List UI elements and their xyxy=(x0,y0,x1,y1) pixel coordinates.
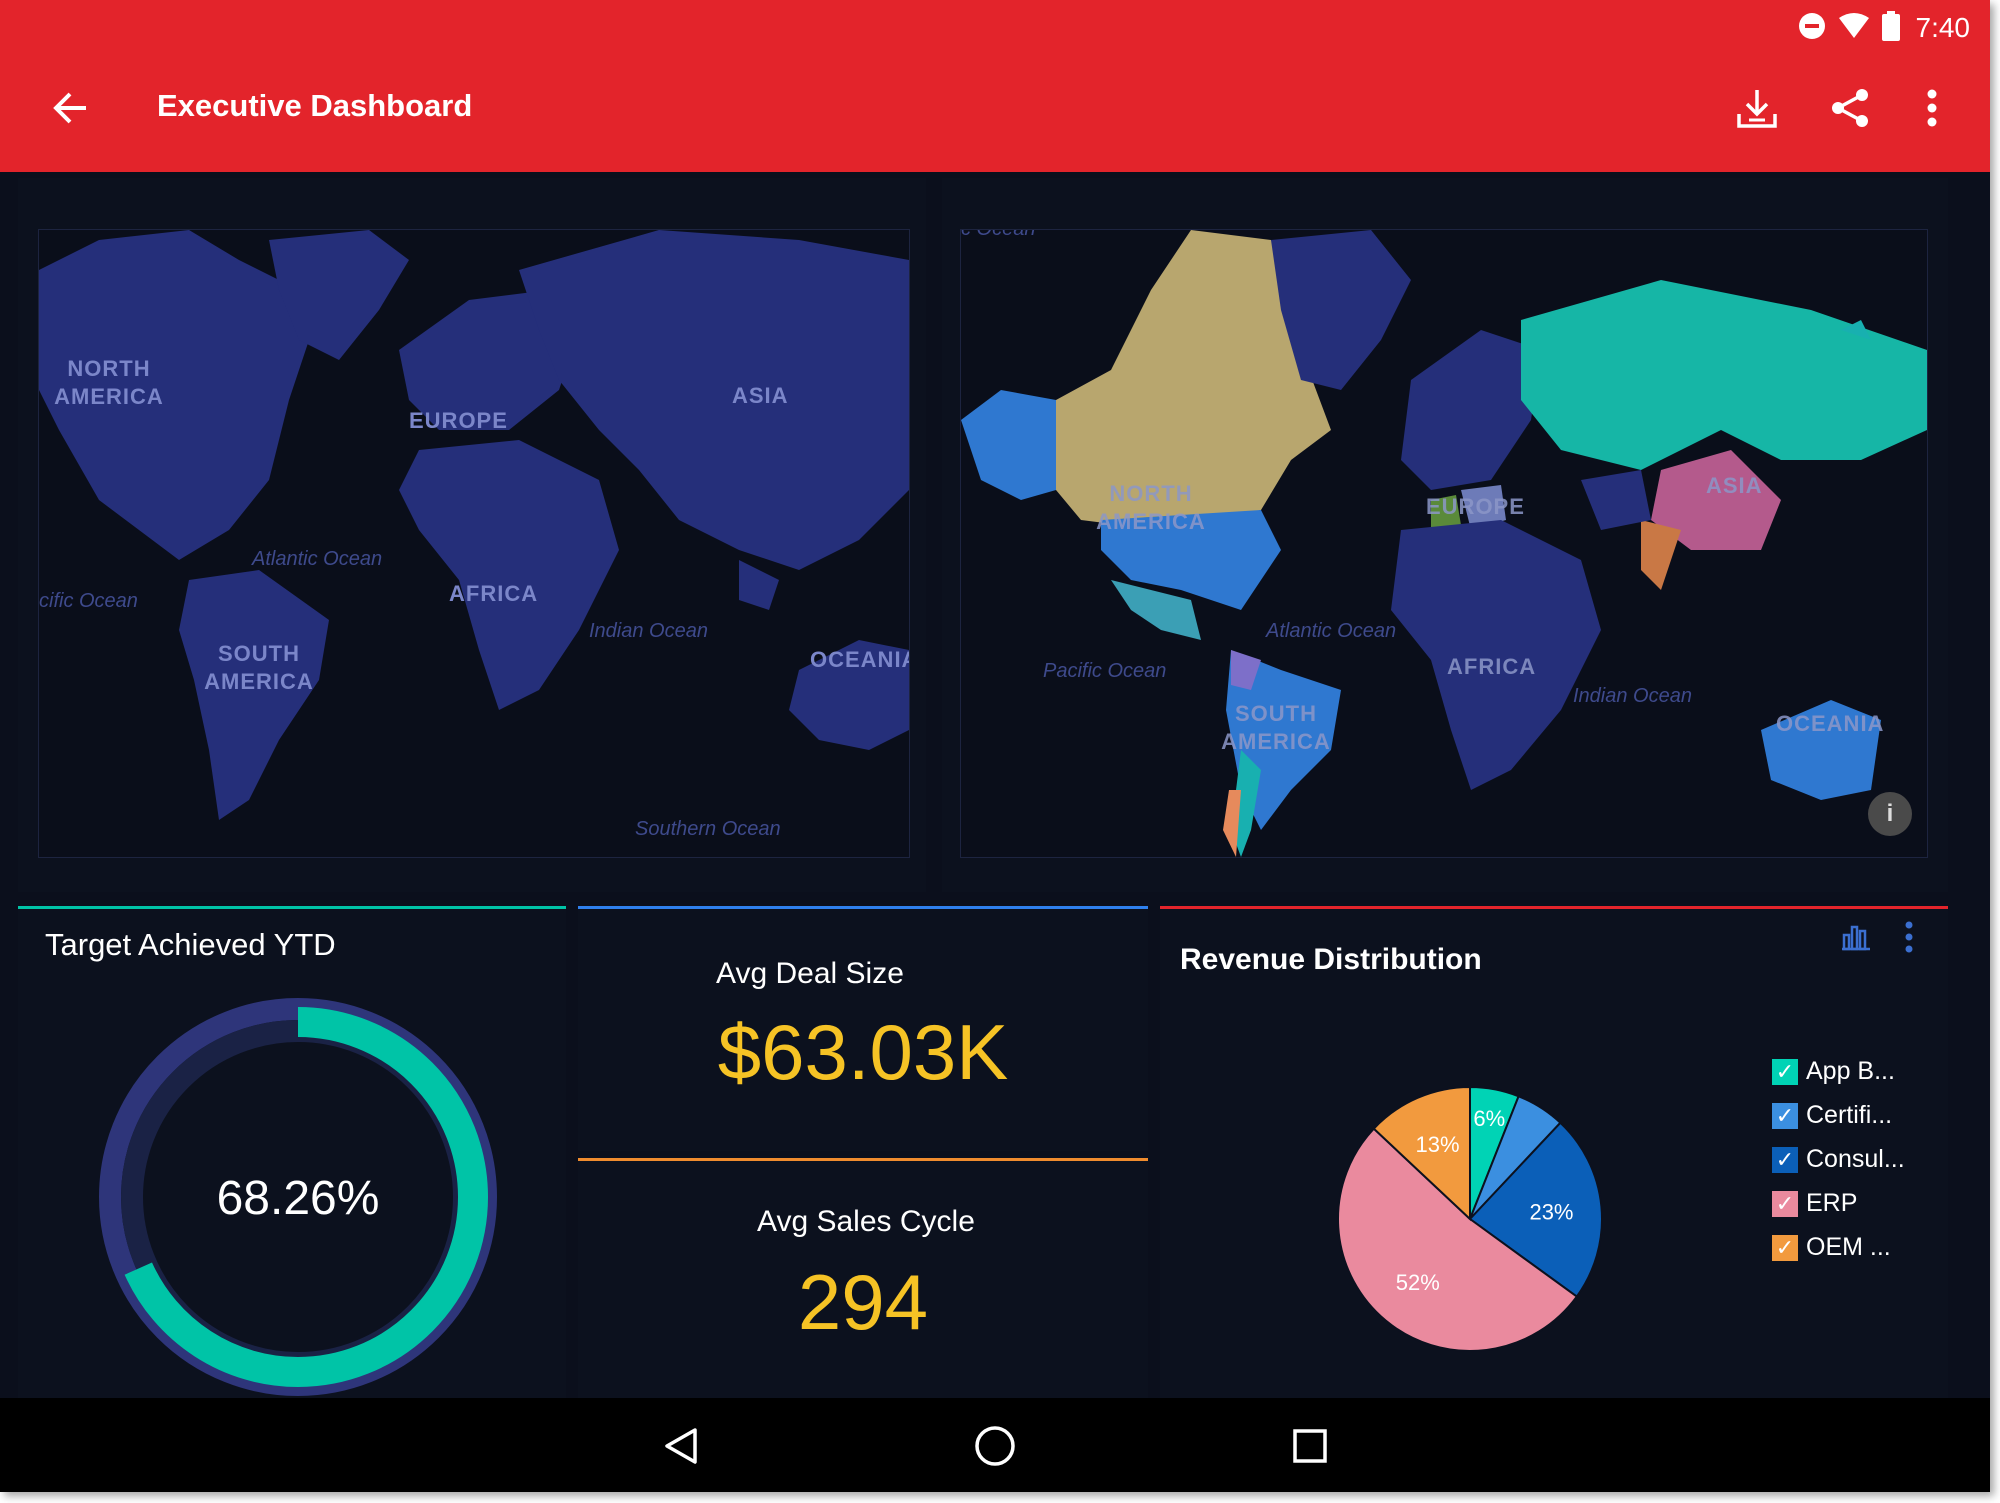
ocean-atlantic-left: Atlantic Ocean xyxy=(252,548,383,570)
asia-shape-right xyxy=(1521,280,1927,470)
avg-cycle-value: 294 xyxy=(797,1258,929,1346)
world-map-right[interactable]: NORTH AMERICA EUROPE ASIA AFRICA SOUTH A… xyxy=(960,229,1928,858)
pie-label-0: 6% xyxy=(1473,1106,1505,1131)
target-value: 68.26% xyxy=(216,1172,380,1225)
legend-item[interactable]: ✓ ERP xyxy=(1772,1189,1857,1218)
ocean-atlantic-right: Atlantic Ocean xyxy=(1266,620,1397,642)
dnd-icon xyxy=(1798,12,1826,45)
download-icon[interactable] xyxy=(1732,83,1782,133)
legend-label: Consul... xyxy=(1806,1145,1905,1173)
label-south-america-left: SOUTH AMERICA xyxy=(204,641,314,694)
label-asia-left: ASIA xyxy=(732,383,789,408)
avg-cycle-title: Avg Sales Cycle xyxy=(757,1205,975,1238)
legend-checkbox-icon[interactable]: ✓ xyxy=(1772,1190,1798,1217)
world-map-right-shapes xyxy=(961,230,1927,857)
legend-checkbox-icon[interactable]: ✓ xyxy=(1772,1234,1798,1261)
revenue-pie-chart: 6% 23% 52% 13% xyxy=(1337,1085,1603,1352)
home-circle-icon[interactable] xyxy=(965,1416,1025,1476)
device-screen: 7:40 Executive Dashboard NORTH AMERICA E… xyxy=(0,0,1990,1492)
arrow-back-icon[interactable] xyxy=(45,83,95,133)
europe-shape-right xyxy=(1401,330,1541,490)
label-europe-right: EUROPE xyxy=(1426,494,1525,519)
legend-checkbox-icon[interactable]: ✓ xyxy=(1772,1146,1798,1173)
alaska-shape xyxy=(961,390,1056,500)
ocean-southern-left: Southern Ocean xyxy=(635,818,781,840)
back-triangle-icon[interactable] xyxy=(651,1416,711,1476)
label-europe-left: EUROPE xyxy=(409,408,508,433)
label-north-america-left: NORTH AMERICA xyxy=(54,356,164,409)
revenue-panel: Revenue Distribution 6% 23% 52% 13% ✓ App B.… xyxy=(1160,906,1948,1401)
world-map-left[interactable]: NORTH AMERICA EUROPE ASIA AFRICA SOUTH A… xyxy=(38,229,910,858)
bar-chart-icon[interactable] xyxy=(1840,921,1876,957)
ocean-top-right: c Ocean xyxy=(961,229,1036,240)
more-vert-icon[interactable] xyxy=(1907,83,1957,133)
legend-checkbox-icon[interactable]: ✓ xyxy=(1772,1058,1798,1085)
avg-deal-title: Avg Deal Size xyxy=(716,957,904,990)
status-time: 7:40 xyxy=(1915,12,1971,43)
legend-checkbox-icon[interactable]: ✓ xyxy=(1772,1102,1798,1129)
avg-cycle-panel: Avg Sales Cycle 294 xyxy=(578,1158,1148,1401)
ocean-indian-right: Indian Ocean xyxy=(1573,685,1692,707)
page-title: Executive Dashboard xyxy=(157,88,473,123)
legend-label: App B... xyxy=(1806,1057,1895,1085)
wifi-icon xyxy=(1838,12,1870,45)
recents-square-icon[interactable] xyxy=(1280,1416,1340,1476)
system-nav-bar xyxy=(0,1398,1990,1492)
app-bar: 7:40 Executive Dashboard xyxy=(0,0,1990,172)
legend-item[interactable]: ✓ Certifi... xyxy=(1772,1101,1892,1130)
ocean-pacific-left: cific Ocean xyxy=(39,590,138,612)
legend-item[interactable]: ✓ App B... xyxy=(1772,1057,1895,1086)
info-icon[interactable]: i xyxy=(1868,792,1912,836)
legend-label: Certifi... xyxy=(1806,1101,1893,1129)
share-icon[interactable] xyxy=(1825,83,1875,133)
pie-label-4: 13% xyxy=(1415,1132,1459,1157)
label-oceania-left: OCEANIA xyxy=(810,647,910,672)
label-africa-left: AFRICA xyxy=(449,581,539,606)
avg-deal-panel: Avg Deal Size $63.03K xyxy=(578,906,1148,1151)
label-asia-right: ASIA xyxy=(1706,473,1763,498)
revenue-title: Revenue Distribution xyxy=(1180,943,1482,976)
label-africa-right: AFRICA xyxy=(1447,654,1537,679)
avg-deal-value: $63.03K xyxy=(717,1008,1009,1096)
pie-label-2: 23% xyxy=(1529,1199,1573,1224)
india-shape xyxy=(1641,520,1681,590)
revenue-more-icon[interactable] xyxy=(1904,921,1924,957)
battery-icon xyxy=(1881,10,1900,46)
target-panel: Target Achieved YTD 68.26% xyxy=(18,906,566,1401)
legend-label: OEM ... xyxy=(1806,1233,1891,1261)
world-map-left-shapes xyxy=(39,230,909,820)
ocean-indian-left: Indian Ocean xyxy=(589,620,708,642)
label-south-america-right: SOUTH AMERICA xyxy=(1221,701,1331,754)
map-panel-left: NORTH AMERICA EUROPE ASIA AFRICA SOUTH A… xyxy=(18,178,926,892)
label-oceania-right: OCEANIA xyxy=(1776,711,1885,736)
pie-label-3: 52% xyxy=(1396,1270,1440,1295)
legend-item[interactable]: ✓ Consul... xyxy=(1772,1145,1905,1174)
ocean-pacific-right: Pacific Ocean xyxy=(1043,660,1167,682)
legend-item[interactable]: ✓ OEM ... xyxy=(1772,1233,1891,1262)
legend-label: ERP xyxy=(1806,1189,1858,1217)
status-bar: 7:40 xyxy=(1798,8,1971,48)
target-title: Target Achieved YTD xyxy=(45,927,336,962)
africa-shape xyxy=(399,440,619,710)
map-panel-right: NORTH AMERICA EUROPE ASIA AFRICA SOUTH A… xyxy=(942,178,1948,892)
label-north-america-right: NORTH AMERICA xyxy=(1096,481,1206,534)
